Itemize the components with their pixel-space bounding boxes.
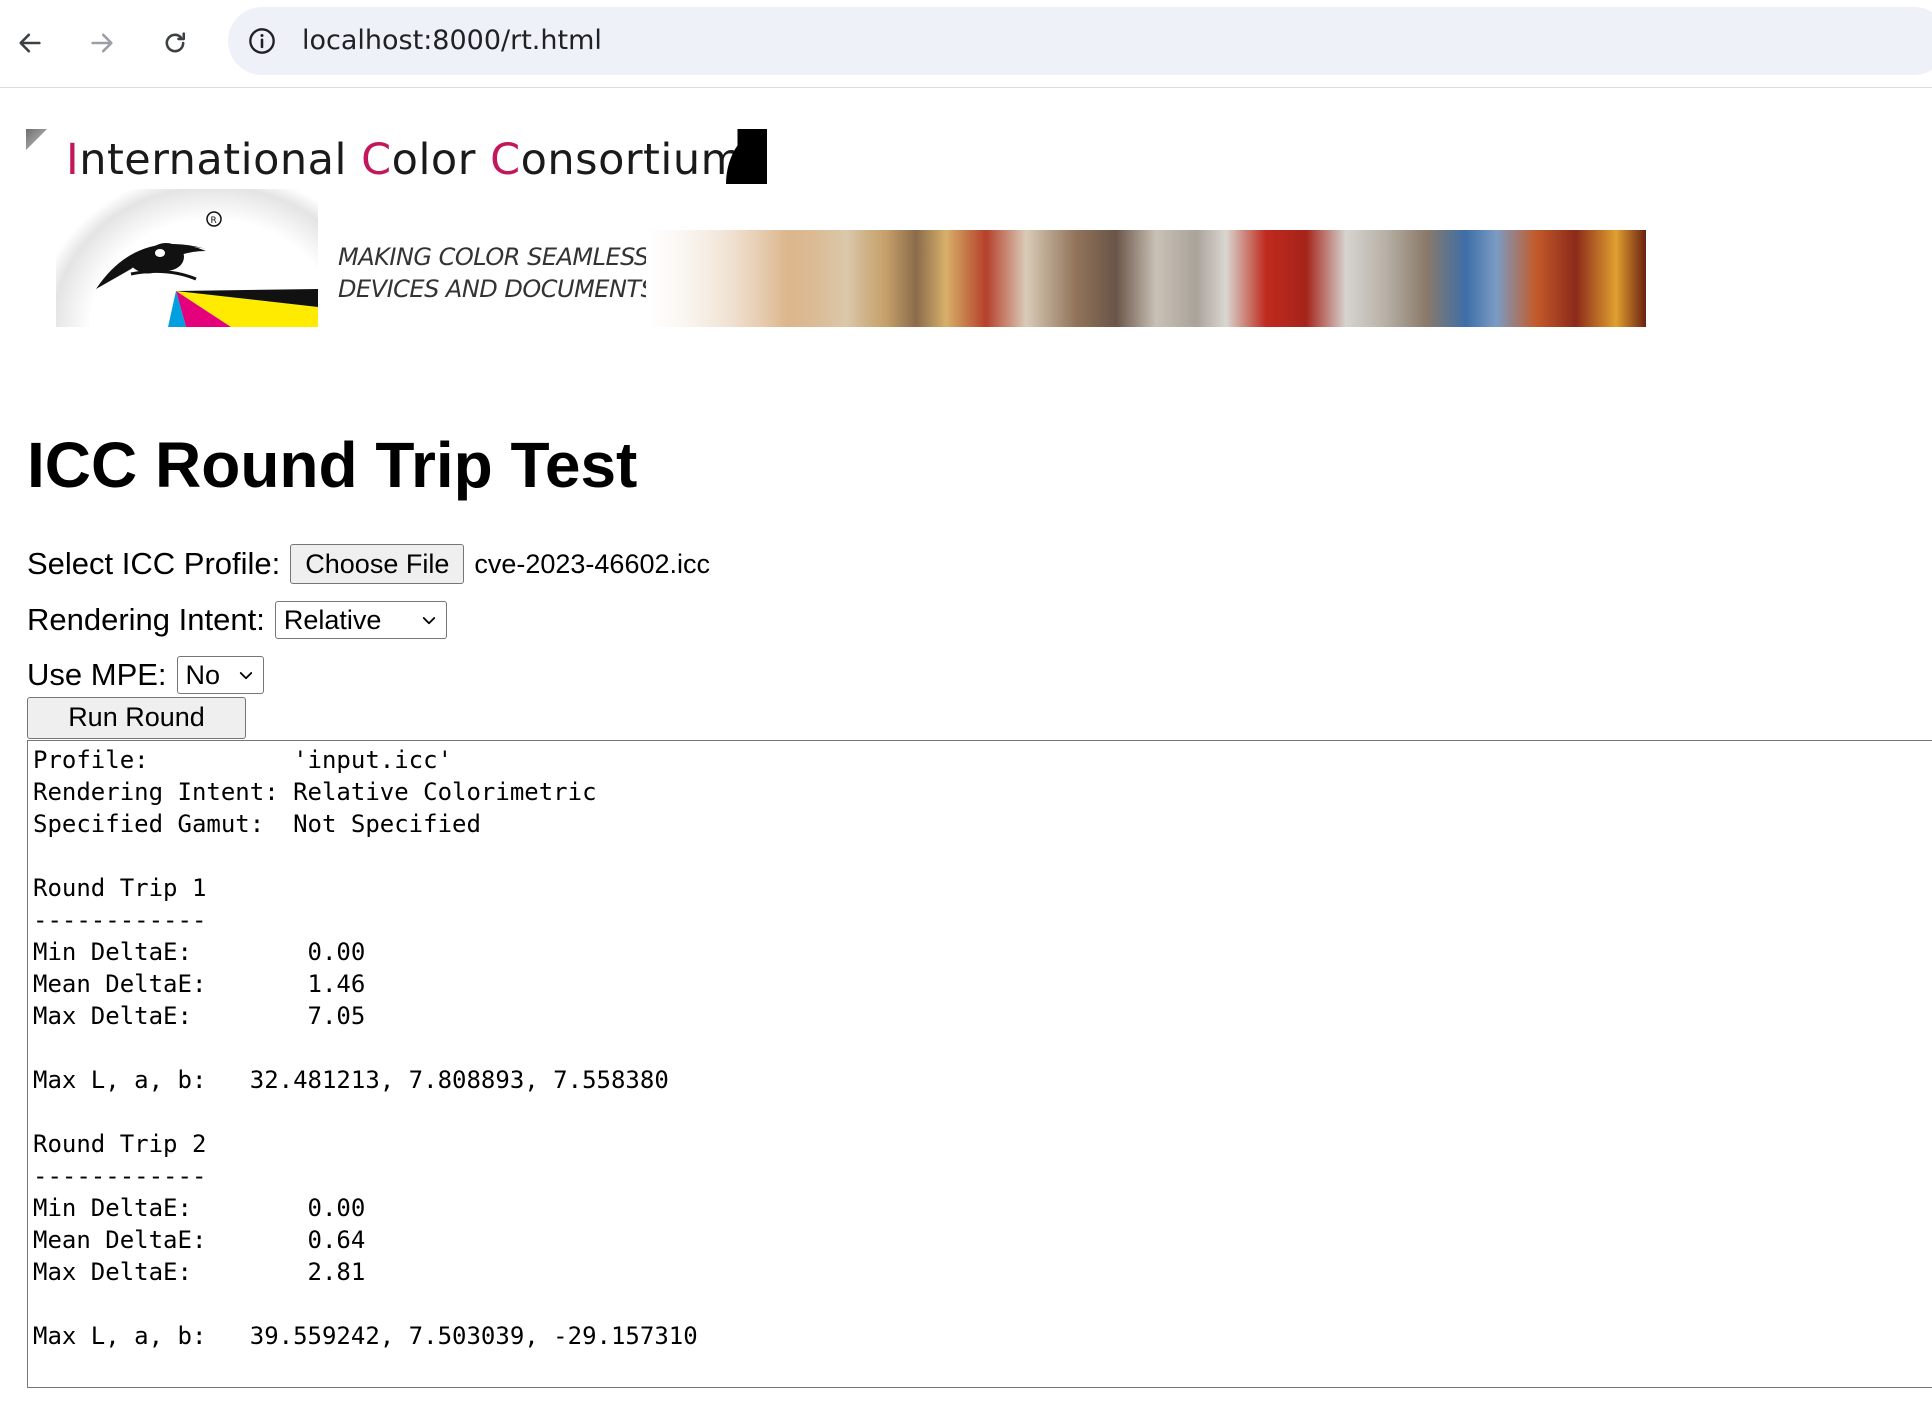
output-line: Profile: 'input.icc': [33, 746, 453, 774]
output-line: Max DeltaE: 7.05: [33, 1002, 366, 1030]
reload-button[interactable]: [154, 22, 196, 64]
svg-text:R: R: [211, 216, 217, 226]
use-mpe-label: Use MPE:: [27, 657, 167, 692]
url-text[interactable]: localhost:8000/rt.html: [302, 25, 602, 56]
output-line: Rendering Intent: Relative Colorimetric: [33, 778, 597, 806]
use-mpe-select[interactable]: No: [176, 656, 264, 694]
use-mpe-value: No: [185, 660, 221, 690]
address-bar[interactable]: localhost:8000/rt.html: [228, 7, 1932, 75]
rendering-intent-label: Rendering Intent:: [27, 602, 265, 637]
output-line: Round Trip 1: [33, 874, 207, 902]
icc-banner: International Color Consortium R MAKING …: [26, 129, 1646, 327]
profile-label: Select ICC Profile:: [27, 546, 281, 581]
output-line: Mean DeltaE: 0.64: [33, 1226, 366, 1254]
banner-title: International Color Consortium: [66, 135, 743, 185]
arrow-left-icon: [19, 33, 41, 53]
use-mpe-row: Use MPE: No: [27, 656, 264, 694]
icc-eye-logo-icon: R: [56, 189, 318, 327]
selected-file-name: cve-2023-46602.icc: [474, 548, 710, 579]
banner-title-word: onsortium: [520, 135, 744, 185]
info-icon[interactable]: [248, 27, 276, 55]
output-line: Mean DeltaE: 1.46: [33, 970, 366, 998]
output-line: Min DeltaE: 0.00: [33, 1194, 366, 1222]
output-line: ------------: [33, 1162, 207, 1190]
banner-title-word: olor: [391, 135, 491, 185]
run-round-trip-button[interactable]: Run Round Trip: [27, 697, 246, 770]
browser-toolbar: localhost:8000/rt.html: [0, 0, 1932, 88]
output-line: Min DeltaE: 0.00: [33, 938, 366, 966]
output-line: Round Trip 2: [33, 1130, 207, 1158]
banner-title-initial: C: [361, 135, 392, 185]
output-line: ------------: [33, 906, 207, 934]
forward-button[interactable]: [81, 22, 123, 64]
rendering-intent-row: Rendering Intent: Relative: [27, 601, 447, 639]
output-line: Max DeltaE: 2.81: [33, 1258, 366, 1286]
page-title: ICC Round Trip Test: [27, 429, 638, 501]
banner-title-initial: C: [490, 135, 521, 185]
output-line: Max L, a, b: 32.481213, 7.808893, 7.5583…: [33, 1066, 669, 1094]
banner-title-strip: International Color Consortium: [26, 129, 767, 185]
reload-icon: [165, 32, 186, 53]
banner-title-word: nternational: [79, 135, 362, 185]
results-text: Profile: 'input.icc' Rendering Intent: R…: [28, 741, 1932, 1355]
arrow-right-icon: [91, 33, 113, 53]
rendering-intent-value: Relative: [283, 605, 382, 635]
rendering-intent-select[interactable]: Relative: [274, 601, 447, 639]
chevron-down-icon: [239, 672, 252, 680]
banner-corner: [26, 129, 54, 153]
back-button[interactable]: [9, 22, 51, 64]
profile-row: Select ICC Profile: Choose File cve-2023…: [27, 544, 710, 584]
choose-file-button[interactable]: Choose File: [290, 544, 465, 584]
output-line: Specified Gamut: Not Specified: [33, 810, 481, 838]
chevron-down-icon: [422, 617, 435, 625]
output-line: Max L, a, b: 39.559242, 7.503039, -29.15…: [33, 1322, 698, 1350]
page-content: International Color Consortium R MAKING …: [0, 88, 1932, 1408]
results-output[interactable]: Profile: 'input.icc' Rendering Intent: R…: [27, 740, 1932, 1388]
banner-photo-strip: [646, 230, 1646, 327]
banner-title-initial: I: [66, 135, 80, 185]
